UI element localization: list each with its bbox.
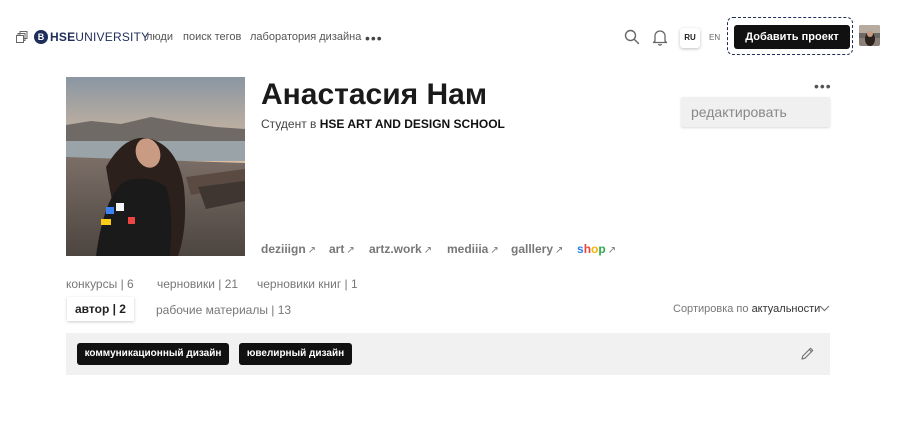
chevron-down-icon[interactable] [819,305,830,312]
link-deziiign[interactable]: deziiign ↗ [261,242,316,256]
link-label: artz.work [369,242,422,256]
link-label: galllery [511,242,554,256]
lang-ru-button[interactable]: RU [680,28,700,48]
link-galllery[interactable]: galllery ↗ [511,242,563,256]
logo-squares-icon [16,31,28,43]
external-arrow-icon: ↗ [607,245,617,256]
link-label: mediiia [447,242,489,256]
school-link[interactable]: HSE ART AND DESIGN SCHOOL [320,117,505,131]
sort-label: Сортировка по [673,303,752,315]
external-arrow-icon: ↗ [490,245,499,256]
hse-emblem[interactable]: В [34,30,48,44]
tab-work-materials[interactable]: рабочие материалы | 13 [156,303,291,317]
tag-communication-design[interactable]: коммуникационный дизайн [77,343,229,365]
external-arrow-icon: ↗ [423,245,433,256]
shop-letter: s [577,242,584,256]
tab-author[interactable]: автор | 2 [67,297,134,321]
tab-contests[interactable]: конкурсы | 6 [66,277,134,291]
link-art[interactable]: art ↗ [329,242,355,256]
profile-photo [66,77,245,256]
lang-en-button[interactable]: EN [709,33,720,42]
nav-tag-search[interactable]: поиск тегов [183,31,241,43]
add-project-button[interactable]: Добавить проект [734,25,850,49]
link-artz-work[interactable]: artz.work ↗ [369,242,432,256]
status-prefix: Студент в [261,117,320,131]
nav-people[interactable]: люди [146,31,173,43]
nav-design-lab[interactable]: лаборатория дизайна [250,31,361,43]
user-avatar[interactable] [859,25,880,46]
hse-logo[interactable]: HSEUNIVERSITY [50,30,149,44]
external-arrow-icon: ↗ [555,245,564,256]
shop-letter: o [591,242,599,256]
link-label: deziiign [261,242,306,256]
profile-name: Анастасия Нам [261,78,488,111]
shop-letter: h [583,242,592,256]
logo-bold: HSE [50,30,76,44]
sort-dropdown[interactable]: Сортировка по актуальности [673,303,820,315]
shop-letter: p [598,242,606,256]
profile-status: Студент в HSE ART AND DESIGN SCHOOL [261,117,505,131]
profile-more-button[interactable]: ••• [814,78,832,94]
pencil-icon[interactable] [800,346,815,361]
logo-rest: UNIVERSITY [75,30,150,44]
sort-value: актуальности [751,303,821,315]
tag-jewelry-design[interactable]: ювелирный дизайн [239,343,352,365]
bell-icon[interactable] [652,29,668,46]
link-label: art [329,242,345,256]
external-arrow-icon: ↗ [307,245,317,256]
link-shop[interactable]: shop ↗ [577,242,616,256]
link-mediiia[interactable]: mediiia ↗ [447,242,499,256]
nav-more-button[interactable]: ••• [365,30,383,46]
tab-drafts[interactable]: черновики | 21 [157,277,238,291]
edit-button[interactable]: редактировать [681,97,830,127]
external-arrow-icon: ↗ [346,245,355,256]
tab-book-drafts[interactable]: черновики книг | 1 [257,277,358,291]
search-icon[interactable] [624,29,640,45]
